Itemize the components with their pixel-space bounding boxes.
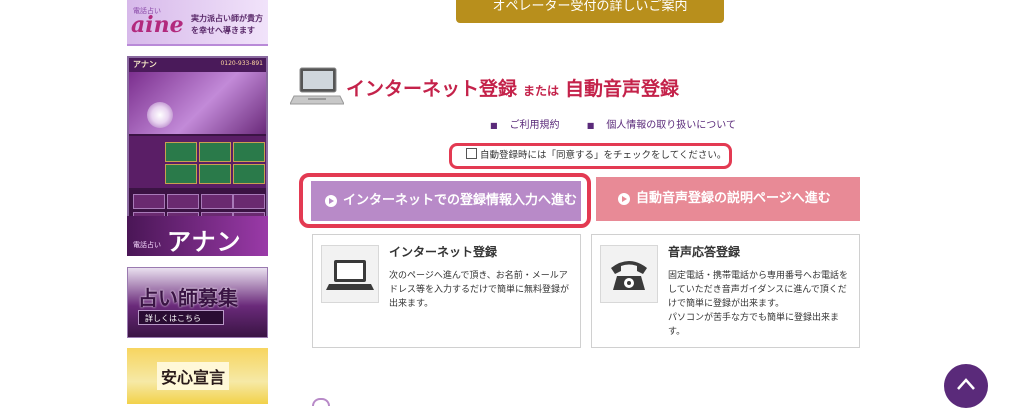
- menu-cell: [133, 194, 165, 209]
- arrow-circle-icon: [325, 195, 337, 207]
- laptop-icon: [289, 66, 345, 108]
- feature-cell: [233, 164, 265, 184]
- internet-register-label: インターネットでの登録情報入力へ進む: [343, 193, 578, 208]
- anan-tel: 0120-933-891: [220, 60, 263, 67]
- feature-cell: [165, 142, 197, 162]
- chevron-up-icon: [957, 378, 975, 390]
- internet-card-text: 次のページへ進んで頂き、お名前・メールアドレス等を入力するだけで簡単に無料登録が…: [389, 271, 570, 309]
- voice-register-button[interactable]: 自動音声登録の説明ページへ進む: [596, 177, 860, 221]
- menu-cell: [201, 194, 233, 209]
- voice-register-label: 自動音声登録の説明ページへ進む: [636, 191, 831, 206]
- aine-logo: aine: [131, 12, 184, 38]
- policy-links: ■ ご利用規約 ■ 個人情報の取り扱いについて: [490, 116, 760, 131]
- voice-card-text-2: パソコンが苦手な方でも簡単に登録出来ます。: [668, 313, 840, 337]
- anan-feature-strip: [129, 136, 266, 188]
- agree-box: 自動登録時には「同意する」をチェックをしてください。: [449, 143, 732, 169]
- terms-link-label: ご利用規約: [509, 120, 560, 131]
- title-or: または: [523, 84, 560, 98]
- safe-title: 安心宣言: [157, 362, 230, 390]
- anan-hero-image: [129, 72, 266, 134]
- page-title: インターネット登録 または 自動音声登録: [346, 74, 679, 101]
- feature-cell: [165, 164, 197, 184]
- title-sub: 自動音声登録: [565, 78, 680, 100]
- anan-label-small: 電話占い: [133, 241, 161, 249]
- operator-guide-button[interactable]: オペレーター受付の詳しいご案内: [456, 0, 724, 23]
- internet-register-button[interactable]: インターネットでの登録情報入力へ進む: [311, 181, 581, 221]
- flower-image: [147, 102, 173, 128]
- agree-checkbox[interactable]: [466, 148, 477, 159]
- feature-cell: [199, 142, 231, 162]
- telephone-icon: [600, 245, 658, 303]
- recruit-banner[interactable]: 占い師募集 詳しくはこちら: [127, 267, 268, 338]
- voice-card: 音声応答登録 固定電話・携帯電話から専用番号へお電話をしていただき音声ガイダンス…: [591, 234, 860, 348]
- voice-card-text: 固定電話・携帯電話から専用番号へお電話をしていただき音声ガイダンスに進んで頂くだ…: [668, 269, 854, 339]
- anan-label-big: アナン: [167, 227, 242, 256]
- internet-card: インターネット登録 次のページへ進んで頂き、お名前・メールアドレス等を入力するだ…: [312, 234, 581, 348]
- sidebar: 電話占い aine 実力派占い師が貴方を幸せへ導きます アナン 0120-933…: [127, 0, 268, 404]
- internet-register-highlight: インターネットでの登録情報入力へ進む: [299, 173, 591, 228]
- anan-logo-banner[interactable]: 電話占い アナン: [127, 216, 268, 256]
- scroll-to-top-button[interactable]: [944, 364, 988, 408]
- recruit-details-button[interactable]: 詳しくはこちら: [138, 310, 224, 325]
- laptop-icon: [321, 245, 379, 303]
- recruit-title: 占い師募集: [138, 286, 238, 310]
- aine-banner[interactable]: 電話占い aine 実力派占い師が貴方を幸せへ導きます: [127, 0, 268, 46]
- terms-link[interactable]: ■ ご利用規約: [490, 120, 572, 131]
- privacy-link-label: 個人情報の取り扱いについて: [606, 120, 737, 131]
- feature-cell: [233, 142, 265, 162]
- agree-text: 自動登録時には「同意する」をチェックをしてください。: [480, 150, 727, 161]
- aine-tagline: 実力派占い師が貴方を幸せへ導きます: [191, 14, 263, 35]
- next-section-edge: [312, 398, 330, 406]
- operator-guide-label: オペレーター受付の詳しいご案内: [492, 0, 688, 14]
- voice-card-text-1: 固定電話・携帯電話から専用番号へお電話をしていただき音声ガイダンスに進んで頂くだ…: [668, 271, 849, 309]
- privacy-link[interactable]: ■ 個人情報の取り扱いについて: [587, 120, 748, 131]
- internet-card-title: インターネット登録: [389, 245, 498, 259]
- feature-cell: [199, 164, 231, 184]
- menu-cell: [233, 194, 265, 209]
- menu-cell: [167, 194, 199, 209]
- safe-declaration-banner[interactable]: 安心宣言: [127, 348, 268, 404]
- title-main: インターネット登録: [346, 78, 518, 100]
- arrow-circle-icon: [618, 193, 630, 205]
- voice-card-title: 音声応答登録: [668, 245, 741, 259]
